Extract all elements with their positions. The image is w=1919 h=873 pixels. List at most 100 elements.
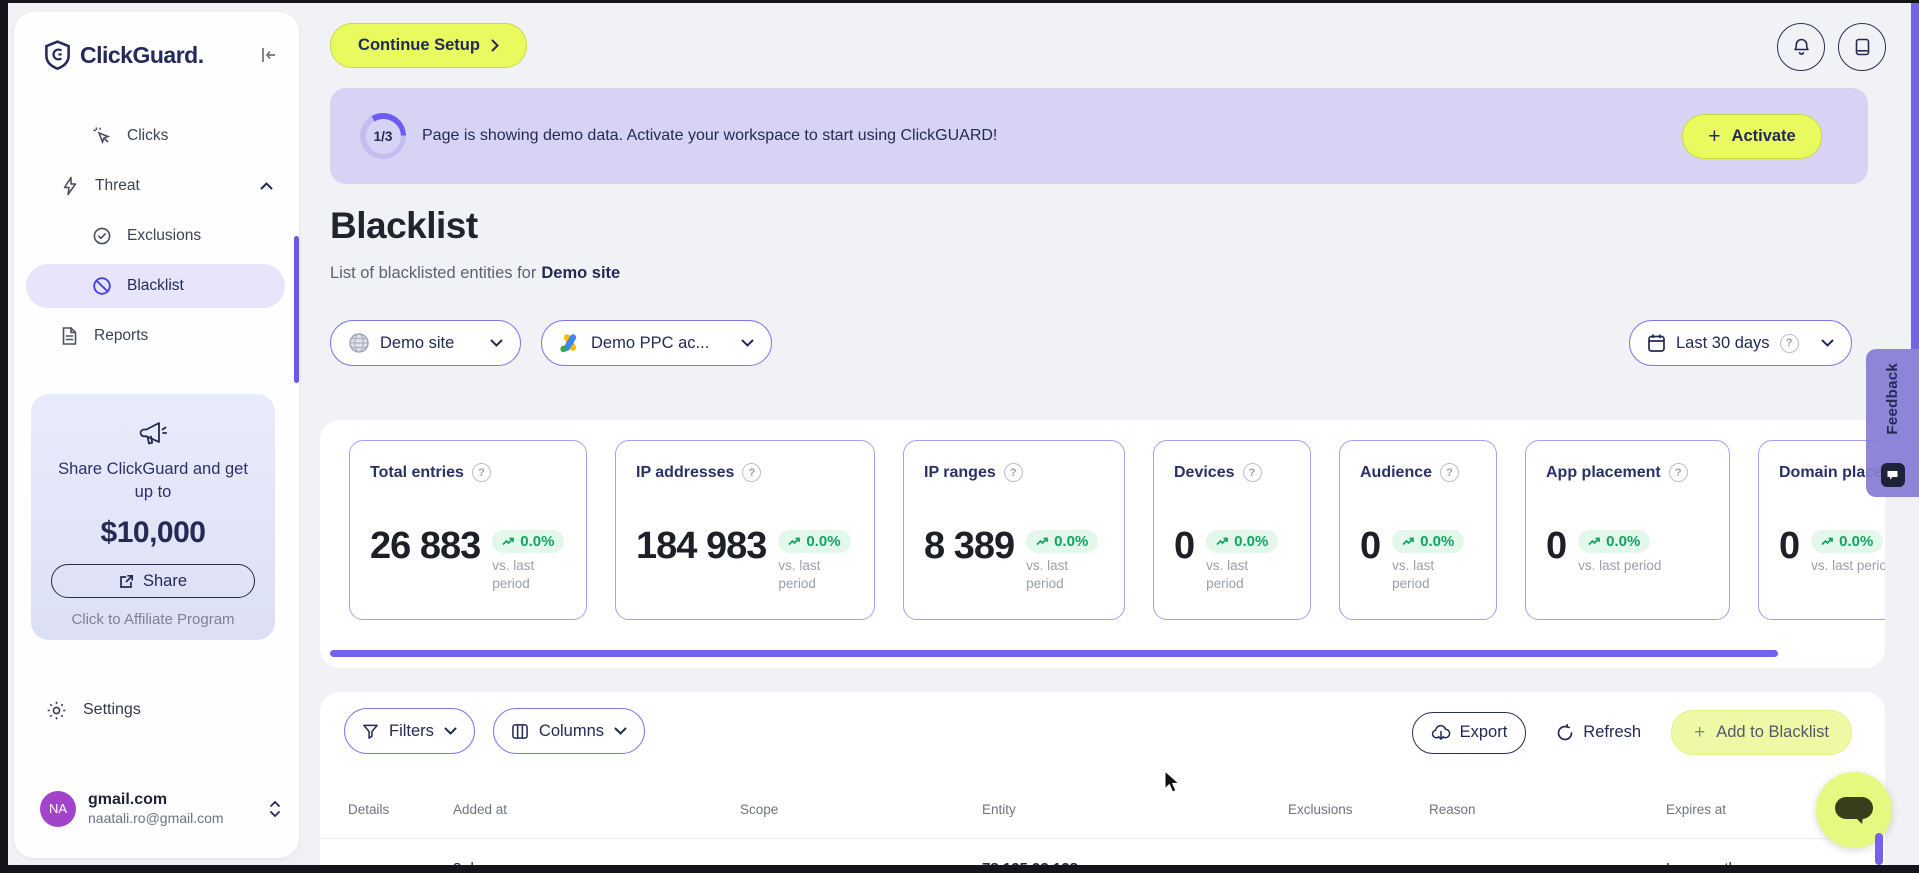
stat-vs-label: vs. last period (492, 558, 535, 591)
account-email: naatali.ro@gmail.com (88, 810, 224, 826)
cloud-download-icon (1431, 724, 1451, 741)
funnel-icon (362, 723, 379, 740)
stats-panel: Total entries? 26 883 0.0% vs. last peri… (320, 420, 1885, 668)
megaphone-icon (138, 420, 168, 448)
notifications-button[interactable] (1777, 23, 1825, 71)
help-icon[interactable]: ? (1003, 463, 1023, 482)
stat-value: 0 (1779, 525, 1800, 567)
sidebar: ClickGuard. Clicks Threat Exclusions Bla… (14, 12, 299, 858)
ppc-account-selector[interactable]: Demo PPC ac... (541, 320, 772, 366)
document-icon (60, 326, 79, 346)
ppc-account-value: Demo PPC ac... (591, 333, 710, 352)
plus-icon: + (1694, 721, 1706, 743)
sidebar-scrollbar-thumb[interactable] (294, 236, 299, 383)
continue-setup-label: Continue Setup (358, 36, 480, 54)
column-header-added-at: Added at (453, 801, 508, 817)
stat-delta: 0.0% (1839, 533, 1874, 550)
stat-label: Total entries (370, 463, 464, 481)
sidebar-item-reports[interactable]: Reports (14, 314, 299, 358)
promo-amount: $10,000 (100, 516, 206, 549)
docs-button[interactable] (1838, 23, 1886, 71)
stats-horizontal-scrollbar-thumb[interactable] (330, 650, 1778, 657)
stat-value: 0 (1546, 525, 1567, 567)
banner-message: Page is showing demo data. Activate your… (422, 127, 998, 144)
stat-label: IP ranges (924, 463, 996, 481)
account-switcher[interactable]: NA gmail.com naatali.ro@gmail.com (40, 790, 281, 828)
help-icon[interactable]: ? (1242, 463, 1262, 482)
export-button[interactable]: Export (1411, 711, 1527, 754)
refresh-button[interactable]: Refresh (1550, 722, 1647, 743)
stat-delta: 0.0% (1054, 533, 1089, 550)
stat-card-audience: Audience? 0 0.0% vs. last period (1339, 440, 1497, 620)
sidebar-item-blacklist[interactable]: Blacklist (26, 264, 285, 308)
help-icon[interactable]: ? (742, 463, 762, 482)
column-header-reason: Reason (1429, 801, 1476, 817)
sidebar-item-label: Blacklist (127, 277, 184, 294)
trend-up-icon (1036, 537, 1048, 546)
page-title: Blacklist (330, 205, 478, 246)
account-name: gmail.com (88, 791, 168, 808)
column-header-scope: Scope (740, 801, 779, 817)
table-vertical-scrollbar-thumb[interactable] (1875, 833, 1883, 865)
sidebar-item-clicks[interactable]: Clicks (14, 114, 299, 158)
page-subtitle-site: Demo site (541, 264, 621, 282)
chevron-down-icon (741, 339, 754, 347)
trend-up-icon (1216, 537, 1228, 546)
stat-vs-label: vs. last period (1206, 558, 1249, 591)
filters-button[interactable]: Filters (344, 708, 475, 754)
date-range-selector[interactable]: Last 30 days ? (1629, 320, 1852, 366)
columns-button[interactable]: Columns (492, 708, 646, 754)
stat-delta: 0.0% (1420, 533, 1455, 550)
trend-badge: 0.0% (492, 530, 565, 553)
chevron-up-icon[interactable] (260, 182, 273, 190)
stat-card-ip-ranges: IP ranges? 8 389 0.0% vs. last period (903, 440, 1125, 620)
no-entry-icon (92, 276, 112, 296)
activate-button[interactable]: + Activate (1682, 114, 1822, 159)
sidebar-item-settings[interactable]: Settings (14, 688, 299, 732)
stat-delta: 0.0% (1234, 533, 1269, 550)
gear-icon (46, 700, 67, 721)
lightning-icon (60, 176, 80, 196)
promo-text: Share ClickGuard and get up to (58, 460, 248, 501)
continue-setup-button[interactable]: Continue Setup (330, 23, 527, 68)
table-divider (320, 838, 1885, 839)
column-header-details: Details (348, 801, 390, 817)
trend-badge: 0.0% (778, 530, 851, 553)
window-frame (0, 0, 1919, 3)
sidebar-item-label: Threat (95, 177, 140, 194)
mouse-cursor (1163, 770, 1185, 794)
page-scrollbar-thumb[interactable] (1911, 3, 1919, 349)
table-header-row: Details Added at Scope Entity Exclusions… (320, 792, 1877, 826)
site-selector[interactable]: Demo site (330, 320, 521, 366)
column-header-entity: Entity (982, 801, 1016, 817)
help-icon[interactable]: ? (1668, 463, 1688, 482)
share-button[interactable]: Share (51, 564, 255, 598)
book-icon (1854, 37, 1871, 57)
help-icon[interactable]: ? (471, 463, 491, 482)
feedback-chat-icon (1880, 463, 1905, 487)
stat-delta: 0.0% (520, 533, 555, 550)
chevron-down-icon (1821, 339, 1834, 347)
table-toolbar-left: Filters Columns (344, 708, 646, 754)
feedback-tab[interactable]: Feedback (1866, 349, 1919, 497)
help-icon[interactable]: ? (1779, 333, 1799, 353)
help-icon[interactable]: ? (1440, 463, 1460, 482)
sidebar-item-label: Clicks (127, 127, 169, 144)
stat-vs-label: vs. last period (1578, 558, 1662, 573)
stat-vs-label: vs. last period (778, 558, 821, 591)
add-to-blacklist-button[interactable]: + Add to Blacklist (1671, 710, 1852, 755)
refresh-icon (1556, 723, 1574, 742)
blacklist-table-panel: Filters Columns Export Refresh + Add to … (320, 692, 1885, 873)
brand-logo: ClickGuard. (44, 40, 277, 70)
stat-value: 0 (1360, 525, 1381, 567)
collapse-sidebar-icon[interactable] (259, 47, 277, 63)
stat-vs-label: vs. last period (1811, 558, 1885, 573)
chevron-updown-icon[interactable] (269, 799, 281, 819)
stats-row: Total entries? 26 883 0.0% vs. last peri… (349, 440, 1885, 620)
external-link-icon (119, 574, 134, 589)
page-subtitle: List of blacklisted entities for Demo sit… (330, 264, 620, 283)
sidebar-item-exclusions[interactable]: Exclusions (14, 214, 299, 258)
setup-progress-ring: 1/3 (360, 113, 406, 159)
chevron-down-icon (444, 727, 457, 735)
sidebar-item-threat[interactable]: Threat (14, 164, 299, 208)
